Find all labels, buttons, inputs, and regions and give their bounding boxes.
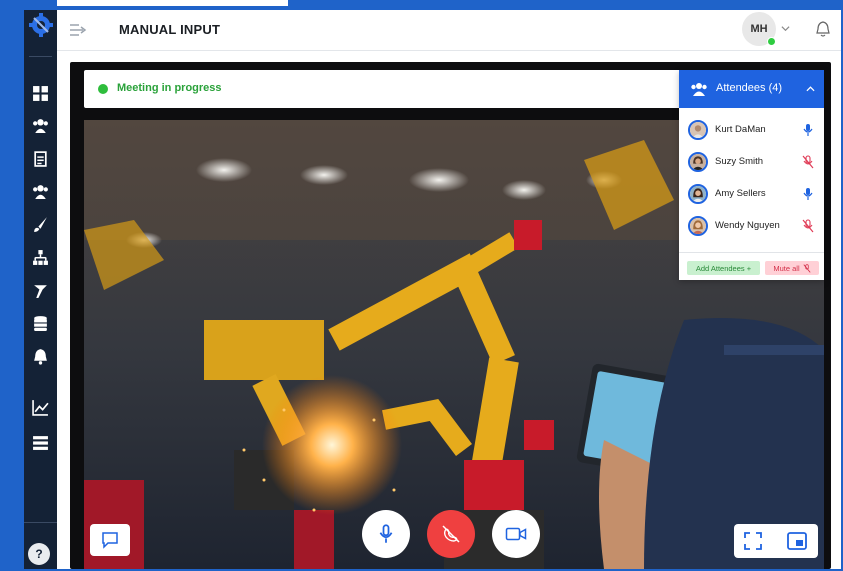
sidebar-divider-bottom bbox=[24, 522, 57, 523]
attendee-row[interactable]: Suzy Smith bbox=[679, 146, 824, 178]
attendees-panel: Attendees (4) Kurt DaMan Suzy Smith Amy … bbox=[679, 70, 824, 280]
microphone-icon[interactable] bbox=[802, 123, 814, 137]
camera-toggle-button[interactable] bbox=[492, 510, 540, 558]
microphone-toggle-button[interactable] bbox=[362, 510, 410, 558]
add-attendees-button[interactable]: Add Attendees + bbox=[687, 261, 760, 275]
microphone-muted-icon bbox=[803, 263, 811, 273]
clipboard-icon[interactable] bbox=[32, 150, 49, 167]
hierarchy-icon[interactable] bbox=[32, 249, 49, 266]
phone-hangup-icon bbox=[442, 525, 460, 543]
mute-all-button[interactable]: Mute all bbox=[765, 261, 819, 275]
dashboard-icon[interactable] bbox=[32, 85, 49, 102]
page-title: MANUAL INPUT bbox=[119, 22, 221, 37]
online-status-dot bbox=[767, 37, 776, 46]
attendee-row[interactable]: Kurt DaMan bbox=[679, 114, 824, 146]
attendees-header[interactable]: Attendees (4) bbox=[679, 70, 824, 108]
attendees-title: Attendees (4) bbox=[716, 82, 783, 94]
avatar bbox=[688, 184, 708, 204]
picture-in-picture-button[interactable] bbox=[784, 530, 810, 552]
fullscreen-button[interactable] bbox=[742, 530, 764, 552]
attendee-name: Suzy Smith bbox=[715, 156, 764, 167]
microphone-muted-icon[interactable] bbox=[802, 155, 814, 169]
attendee-name: Wendy Nguyen bbox=[715, 220, 780, 231]
top-header: MANUAL INPUT MH bbox=[57, 10, 841, 51]
microphone-muted-icon[interactable] bbox=[802, 219, 814, 233]
attendee-row[interactable]: Wendy Nguyen bbox=[679, 210, 824, 242]
status-indicator-dot bbox=[98, 84, 108, 94]
avatar bbox=[688, 152, 708, 172]
fullscreen-icon bbox=[744, 532, 762, 550]
collapse-menu-icon[interactable] bbox=[69, 22, 87, 38]
users-icon[interactable] bbox=[32, 117, 49, 134]
help-button[interactable]: ? bbox=[28, 543, 50, 565]
chart-icon[interactable] bbox=[32, 399, 49, 416]
view-controls bbox=[734, 524, 818, 558]
tools-icon[interactable] bbox=[32, 282, 49, 299]
chat-button[interactable] bbox=[90, 524, 130, 556]
team-icon[interactable] bbox=[32, 183, 49, 200]
attendee-name: Kurt DaMan bbox=[715, 124, 766, 135]
attendees-divider bbox=[679, 252, 824, 253]
users-icon bbox=[691, 83, 707, 96]
microphone-icon[interactable] bbox=[802, 187, 814, 201]
microphone-icon bbox=[379, 524, 393, 543]
gear-logo-icon[interactable] bbox=[28, 12, 54, 38]
chat-bubble-icon bbox=[102, 532, 118, 549]
notification-bell-icon[interactable] bbox=[815, 20, 831, 38]
avatar bbox=[688, 120, 708, 140]
bell-icon[interactable] bbox=[32, 348, 49, 365]
attendee-row[interactable]: Amy Sellers bbox=[679, 178, 824, 210]
avatar bbox=[688, 216, 708, 236]
attendee-name: Amy Sellers bbox=[715, 188, 766, 199]
meeting-status-text: Meeting in progress bbox=[117, 82, 222, 94]
picture-in-picture-icon bbox=[787, 532, 807, 550]
sidebar-divider bbox=[29, 56, 52, 57]
brush-icon[interactable] bbox=[32, 216, 49, 233]
end-call-button[interactable] bbox=[427, 510, 475, 558]
chevron-up-icon[interactable] bbox=[806, 85, 815, 93]
top-strip bbox=[57, 0, 288, 6]
video-camera-icon bbox=[505, 527, 527, 541]
sidebar: ? bbox=[24, 10, 57, 569]
server-icon[interactable] bbox=[32, 434, 49, 451]
mute-all-label: Mute all bbox=[773, 263, 800, 273]
meeting-status-bar: Meeting in progress bbox=[84, 70, 679, 108]
chevron-down-icon[interactable] bbox=[781, 24, 790, 33]
database-icon[interactable] bbox=[32, 315, 49, 332]
